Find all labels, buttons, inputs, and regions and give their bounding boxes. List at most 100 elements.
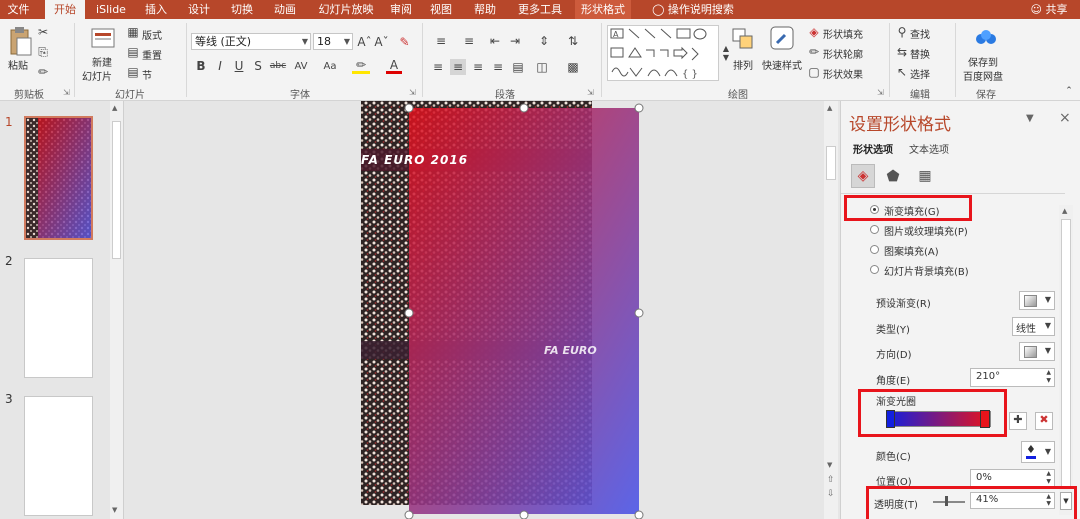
color-picker-button[interactable]: ♦ ▼: [1021, 441, 1055, 463]
slide-editing-canvas[interactable]: FA EURO 2016 FA EURO ▲ ▼ ⇧ ⇩: [124, 101, 840, 519]
tab-view[interactable]: 视图: [424, 0, 458, 19]
increase-font-icon[interactable]: Aˆ: [357, 33, 372, 50]
option-pattern-fill[interactable]: 图案填充(A): [884, 243, 939, 258]
shape-effect-button[interactable]: 形状效果: [823, 66, 863, 81]
copy-icon[interactable]: ⎘: [36, 45, 50, 59]
remove-stop-icon[interactable]: ✖: [1035, 412, 1053, 430]
smartart-icon[interactable]: ▩: [563, 59, 583, 75]
effects-icon[interactable]: ⬟: [881, 164, 905, 188]
replace-button[interactable]: 替换: [910, 46, 930, 61]
tab-insert[interactable]: 插入: [137, 0, 175, 19]
columns-icon[interactable]: ◫: [533, 59, 551, 75]
align-center-icon[interactable]: ≡: [450, 59, 466, 75]
cut-icon[interactable]: ✂: [36, 25, 50, 39]
paste-button[interactable]: 粘贴: [8, 57, 28, 72]
distribute-icon[interactable]: ▤: [510, 59, 526, 75]
tab-transitions[interactable]: 切换: [223, 0, 261, 19]
tell-me-search[interactable]: ◯ 操作说明搜索: [643, 0, 743, 19]
reset-button[interactable]: 重置: [142, 47, 162, 62]
share-button[interactable]: ☺ 共享: [1024, 0, 1074, 19]
tab-review[interactable]: 审阅: [384, 0, 418, 19]
find-button[interactable]: 查找: [910, 26, 930, 41]
select-button[interactable]: 选择: [910, 66, 930, 81]
option-background-fill[interactable]: 幻灯片背景填充(B): [884, 263, 969, 278]
prev-slide-icon[interactable]: ⇧: [827, 475, 835, 485]
tab-shape-format[interactable]: 形状格式: [575, 0, 631, 19]
font-color-icon[interactable]: A: [386, 58, 402, 74]
direction-dropdown[interactable]: ▼: [1019, 342, 1055, 361]
tab-design[interactable]: 设计: [180, 0, 218, 19]
thumbnail-scrollbar[interactable]: ▲ ▼: [110, 101, 123, 519]
tab-help[interactable]: 帮助: [468, 0, 502, 19]
font-size-combo[interactable]: 18 ▼: [313, 33, 353, 50]
type-dropdown[interactable]: 线性 ▼: [1012, 317, 1055, 336]
bullets-icon[interactable]: ≡: [430, 33, 452, 49]
dialog-launcher-icon[interactable]: ⇲: [877, 88, 884, 97]
add-stop-icon[interactable]: ✚: [1009, 412, 1027, 430]
radio-background-fill[interactable]: [870, 265, 879, 274]
quick-styles-icon[interactable]: [769, 25, 795, 53]
close-icon[interactable]: ×: [1059, 110, 1071, 126]
tab-animations[interactable]: 动画: [266, 0, 304, 19]
option-picture-fill[interactable]: 图片或纹理填充(P): [884, 223, 968, 238]
underline-icon[interactable]: U: [232, 58, 246, 74]
decrease-indent-icon[interactable]: ⇤: [487, 33, 503, 49]
tab-file[interactable]: 文件: [0, 0, 37, 19]
angle-spinner[interactable]: 210° ▲ ▼: [970, 368, 1055, 387]
tab-islide[interactable]: iSlide: [88, 0, 134, 19]
scrollbar-thumb[interactable]: [826, 146, 836, 180]
scrollbar-thumb[interactable]: [1061, 219, 1071, 489]
pane-options-icon[interactable]: ▼: [1026, 113, 1034, 124]
tab-shape-options[interactable]: 形状选项: [853, 141, 893, 156]
italic-icon[interactable]: I: [213, 58, 227, 74]
size-properties-icon[interactable]: ▦: [913, 164, 937, 188]
increase-indent-icon[interactable]: ⇥: [507, 33, 523, 49]
dialog-launcher-icon[interactable]: ⇲: [409, 88, 416, 97]
bold-icon[interactable]: B: [194, 58, 208, 74]
scroll-up-icon[interactable]: ▲: [1062, 207, 1067, 215]
align-left-icon[interactable]: ≡: [430, 59, 446, 75]
shapes-gallery[interactable]: A { }: [607, 25, 719, 81]
scroll-up-icon[interactable]: ▲: [827, 104, 832, 112]
highlight-icon[interactable]: ✏: [352, 58, 370, 74]
spinner-icon[interactable]: ▲ ▼: [1046, 369, 1051, 385]
tab-home[interactable]: 开始: [45, 0, 85, 19]
tab-slideshow[interactable]: 幻灯片放映: [310, 0, 382, 19]
scroll-down-icon[interactable]: ▼: [827, 461, 832, 469]
gradient-rectangle[interactable]: [409, 108, 639, 514]
slide-thumbnail-1[interactable]: [24, 116, 93, 240]
strikethrough-icon[interactable]: abc: [270, 58, 286, 74]
scroll-up-icon[interactable]: ▲: [112, 104, 117, 112]
baidu-cloud-icon[interactable]: [974, 27, 998, 49]
justify-icon[interactable]: ≡: [490, 59, 506, 75]
fill-line-icon[interactable]: ◈: [851, 164, 875, 188]
pane-scrollbar[interactable]: ▲ ▼: [1059, 205, 1073, 515]
scroll-down-icon[interactable]: ▼: [112, 506, 117, 514]
canvas-scrollbar[interactable]: ▲ ▼ ⇧ ⇩: [824, 101, 838, 519]
slide-thumbnail-2[interactable]: [24, 258, 93, 378]
numbering-icon[interactable]: ≡: [458, 33, 480, 49]
shape-outline-button[interactable]: 形状轮廓: [823, 46, 863, 61]
dialog-launcher-icon[interactable]: ⇲: [587, 88, 594, 97]
paste-icon[interactable]: [8, 27, 32, 57]
dialog-launcher-icon[interactable]: ⇲: [63, 88, 70, 97]
clear-format-icon[interactable]: ✎: [397, 33, 412, 50]
section-button[interactable]: 节: [142, 67, 152, 82]
shadow-icon[interactable]: S: [251, 58, 265, 74]
shape-fill-button[interactable]: 形状填充: [823, 26, 863, 41]
layout-button[interactable]: 版式: [142, 27, 162, 42]
line-spacing-icon[interactable]: ⇕: [533, 33, 555, 49]
change-case-icon[interactable]: Aa: [319, 58, 341, 74]
save-to-label-1[interactable]: 保存到: [968, 54, 998, 69]
radio-pattern-fill[interactable]: [870, 245, 879, 254]
preset-gradient-dropdown[interactable]: ▼: [1019, 291, 1055, 310]
slide-thumbnail-3[interactable]: [24, 396, 93, 516]
align-right-icon[interactable]: ≡: [470, 59, 486, 75]
quick-styles-button[interactable]: 快速样式: [762, 57, 802, 72]
collapse-ribbon-icon[interactable]: ⌃: [1062, 85, 1076, 97]
decrease-font-icon[interactable]: Aˇ: [374, 33, 389, 50]
format-painter-icon[interactable]: ✏: [36, 65, 50, 79]
save-to-label-2[interactable]: 百度网盘: [963, 68, 1003, 83]
text-direction-icon[interactable]: ⇅: [563, 33, 583, 49]
gallery-more-icon[interactable]: ▲ ▼: [721, 25, 731, 81]
